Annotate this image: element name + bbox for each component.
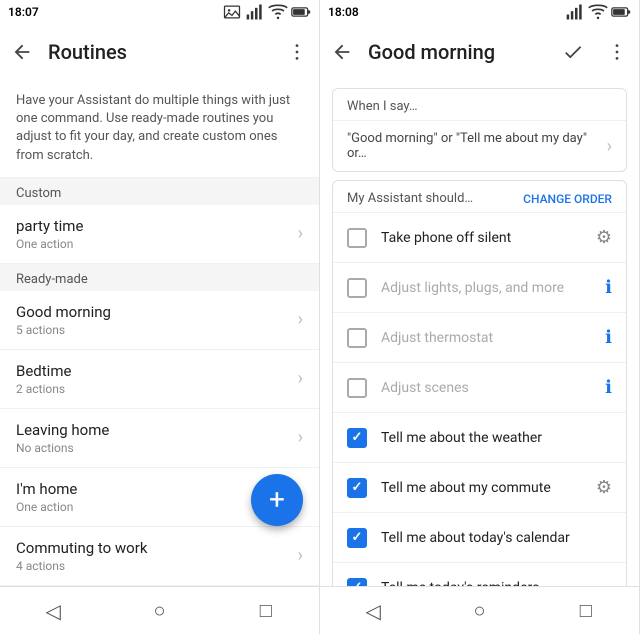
action-checkbox-2[interactable] <box>347 328 367 348</box>
action-tell-weather[interactable]: Tell me about the weather <box>333 412 626 462</box>
bedtime-sub: 2 actions <box>16 382 298 396</box>
wifi-icon-left <box>268 2 288 22</box>
right-more-button[interactable] <box>599 34 635 70</box>
nav-back-button[interactable]: ◁ <box>0 587 106 634</box>
left-nav-bar: ◁ ○ □ <box>0 586 319 634</box>
left-back-button[interactable] <box>4 34 40 70</box>
list-item[interactable]: Leaving home No actions › <box>0 409 319 468</box>
info-icon-2[interactable]: ℹ <box>605 327 612 348</box>
list-item[interactable]: Bedtime 2 actions › <box>0 350 319 409</box>
action-checkbox-0[interactable] <box>347 228 367 248</box>
action-adjust-thermostat[interactable]: Adjust thermostat ℹ <box>333 312 626 362</box>
gear-icon-5[interactable]: ⚙ <box>596 477 612 498</box>
good-morning-title: Good morning <box>16 303 298 321</box>
list-item[interactable]: party time One action › <box>0 205 319 264</box>
image-icon <box>222 2 242 22</box>
wifi-icon-right <box>588 2 608 22</box>
change-order-button[interactable]: CHANGE ORDER <box>523 192 612 206</box>
right-time: 18:08 <box>328 5 359 19</box>
left-status-bar: 18:07 <box>0 0 319 24</box>
party-time-text: party time One action <box>16 217 298 251</box>
list-item[interactable]: Good morning 5 actions › <box>0 291 319 350</box>
when-i-say-label: When I say… <box>333 89 626 120</box>
info-icon-1[interactable]: ℹ <box>605 277 612 298</box>
left-description: Have your Assistant do multiple things w… <box>0 80 319 178</box>
add-routine-fab[interactable]: + <box>251 474 303 526</box>
action-checkbox-5[interactable] <box>347 478 367 498</box>
action-text-4: Tell me about the weather <box>381 430 612 446</box>
chevron-right-icon: › <box>298 309 303 330</box>
battery-icon-left <box>291 2 311 22</box>
action-tell-reminders[interactable]: Tell me today's reminders <box>333 562 626 586</box>
action-adjust-lights[interactable]: Adjust lights, plugs, and more ℹ <box>333 262 626 312</box>
right-status-icons <box>565 2 631 22</box>
ready-made-section-header: Ready-made <box>0 264 319 291</box>
signal-icon-left <box>245 2 265 22</box>
action-text-2: Adjust thermostat <box>381 330 605 346</box>
chevron-right-icon: › <box>298 545 303 566</box>
bedtime-title: Bedtime <box>16 362 298 380</box>
right-back-button[interactable] <box>324 34 360 70</box>
chevron-right-icon: › <box>298 427 303 448</box>
action-text-6: Tell me about today's calendar <box>381 530 612 546</box>
bedtime-text: Bedtime 2 actions <box>16 362 298 396</box>
assistant-should-card: My Assistant should… CHANGE ORDER Take p… <box>332 180 627 586</box>
left-title: Routines <box>48 40 271 64</box>
good-morning-sub: 5 actions <box>16 323 298 337</box>
trigger-chevron-icon: › <box>607 136 612 157</box>
action-checkbox-6[interactable] <box>347 528 367 548</box>
action-checkbox-3[interactable] <box>347 378 367 398</box>
action-tell-calendar[interactable]: Tell me about today's calendar <box>333 512 626 562</box>
gear-icon-0[interactable]: ⚙ <box>596 227 612 248</box>
action-tell-commute[interactable]: Tell me about my commute ⚙ <box>333 462 626 512</box>
action-text-1: Adjust lights, plugs, and more <box>381 280 605 296</box>
right-nav-back-button[interactable]: ◁ <box>320 587 426 634</box>
action-text-0: Take phone off silent <box>381 230 596 246</box>
nav-recents-button[interactable]: □ <box>213 587 319 634</box>
leaving-home-sub: No actions <box>16 441 298 455</box>
commuting-work-sub: 4 actions <box>16 559 298 573</box>
action-adjust-scenes[interactable]: Adjust scenes ℹ <box>333 362 626 412</box>
right-panel: 18:08 Good morning When I say… "Good mor… <box>320 0 640 634</box>
trigger-text: "Good morning" or "Tell me about my day"… <box>347 131 607 161</box>
right-top-bar: Good morning <box>320 24 639 80</box>
left-time: 18:07 <box>8 5 39 19</box>
action-text-3: Adjust scenes <box>381 380 605 396</box>
action-checkbox-7[interactable] <box>347 578 367 587</box>
custom-section-header: Custom <box>0 178 319 205</box>
leaving-home-title: Leaving home <box>16 421 298 439</box>
right-scroll-area[interactable]: When I say… "Good morning" or "Tell me a… <box>320 80 639 586</box>
action-checkbox-4[interactable] <box>347 428 367 448</box>
right-title: Good morning <box>368 40 547 64</box>
nav-home-button[interactable]: ○ <box>106 587 212 634</box>
when-i-say-card: When I say… "Good morning" or "Tell me a… <box>332 88 627 172</box>
left-status-icons <box>222 2 311 22</box>
signal-icon-right <box>565 2 585 22</box>
left-more-button[interactable] <box>279 34 315 70</box>
left-top-bar: Routines <box>0 24 319 80</box>
leaving-home-text: Leaving home No actions <box>16 421 298 455</box>
right-status-bar: 18:08 <box>320 0 639 24</box>
left-panel: 18:07 Routines Have your Assistant do mu… <box>0 0 320 634</box>
right-nav-recents-button[interactable]: □ <box>533 587 639 634</box>
party-time-sub: One action <box>16 237 298 251</box>
list-item[interactable]: Commuting to work 4 actions › <box>0 527 319 586</box>
action-text-5: Tell me about my commute <box>381 480 596 496</box>
action-take-phone-off-silent[interactable]: Take phone off silent ⚙ <box>333 212 626 262</box>
chevron-right-icon: › <box>298 223 303 244</box>
right-nav-home-button[interactable]: ○ <box>426 587 532 634</box>
right-check-button[interactable] <box>555 34 591 70</box>
good-morning-text: Good morning 5 actions <box>16 303 298 337</box>
assistant-label: My Assistant should… <box>347 191 523 206</box>
party-time-title: party time <box>16 217 298 235</box>
right-nav-bar: ◁ ○ □ <box>320 586 639 634</box>
battery-icon-right <box>611 2 631 22</box>
trigger-item[interactable]: "Good morning" or "Tell me about my day"… <box>333 120 626 171</box>
chevron-right-icon: › <box>298 368 303 389</box>
action-checkbox-1[interactable] <box>347 278 367 298</box>
commuting-work-text: Commuting to work 4 actions <box>16 539 298 573</box>
info-icon-3[interactable]: ℹ <box>605 377 612 398</box>
actions-header: My Assistant should… CHANGE ORDER <box>333 181 626 212</box>
commuting-work-title: Commuting to work <box>16 539 298 557</box>
